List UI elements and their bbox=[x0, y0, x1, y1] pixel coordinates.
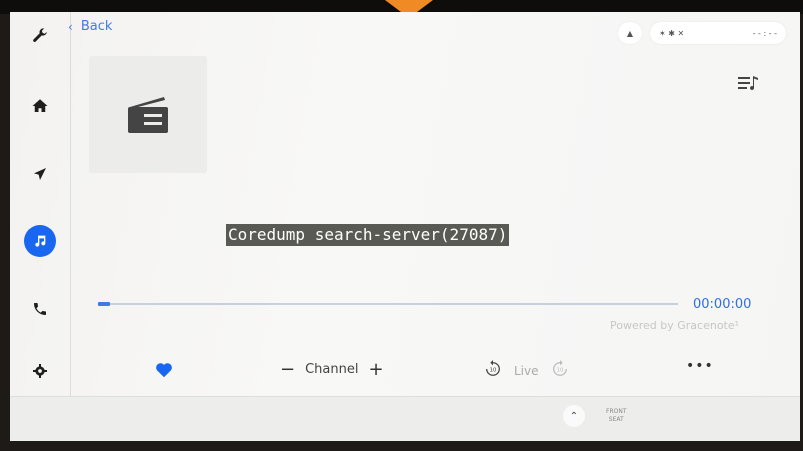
front-seat-indicator[interactable]: FRONT SEAT bbox=[606, 408, 627, 424]
progress-fill bbox=[98, 302, 110, 306]
powered-by-label: Powered by Gracenote¹ bbox=[610, 319, 740, 332]
skip-back-10-icon[interactable]: 10 bbox=[484, 360, 502, 381]
navigation-arrow-icon[interactable] bbox=[24, 158, 56, 190]
radio-icon bbox=[128, 96, 168, 133]
sidebar bbox=[10, 12, 71, 396]
channel-down-button[interactable]: − bbox=[280, 359, 295, 380]
home-icon[interactable] bbox=[24, 90, 56, 122]
skip-forward-10-icon[interactable]: 10 bbox=[551, 360, 569, 381]
progress-bar[interactable] bbox=[98, 302, 678, 306]
back-button[interactable]: ‹ Back bbox=[68, 19, 112, 34]
chevron-left-icon: ‹ bbox=[68, 19, 73, 34]
elapsed-time: 00:00:00 bbox=[693, 297, 752, 312]
status-bar: ▲ ✶ ✱ ✕ - - : - - bbox=[617, 22, 786, 44]
music-note-icon[interactable] bbox=[24, 225, 56, 257]
phone-icon[interactable] bbox=[24, 293, 56, 325]
more-options-button[interactable]: ••• bbox=[686, 358, 714, 374]
album-art bbox=[89, 56, 207, 173]
playback-controls: − Channel + 10 Live 10 ••• bbox=[10, 354, 800, 390]
wrench-icon[interactable] bbox=[24, 20, 56, 52]
track-title: Coredump search-server(27087) bbox=[226, 224, 510, 246]
svg-text:10: 10 bbox=[490, 368, 497, 374]
channel-up-button[interactable]: + bbox=[368, 359, 383, 380]
back-label: Back bbox=[80, 19, 113, 34]
queue-list-icon[interactable] bbox=[738, 75, 760, 93]
bottom-bar: ⌃ FRONT SEAT bbox=[10, 396, 800, 441]
connectivity-indicators[interactable]: ✶ ✱ ✕ - - : - - bbox=[650, 22, 786, 44]
infotainment-screen: ‹ Back ▲ ✶ ✱ ✕ - - : - - Coredump search… bbox=[10, 12, 800, 441]
favorite-heart-icon[interactable] bbox=[155, 362, 173, 382]
channel-control: − Channel + bbox=[280, 359, 384, 380]
expand-chevron-up-icon[interactable]: ⌃ bbox=[563, 405, 585, 427]
live-label[interactable]: Live bbox=[514, 364, 539, 378]
svg-text:10: 10 bbox=[556, 368, 563, 374]
alert-indicator[interactable]: ▲ bbox=[617, 22, 642, 44]
live-controls: 10 Live 10 bbox=[484, 360, 569, 381]
channel-label: Channel bbox=[305, 362, 359, 377]
